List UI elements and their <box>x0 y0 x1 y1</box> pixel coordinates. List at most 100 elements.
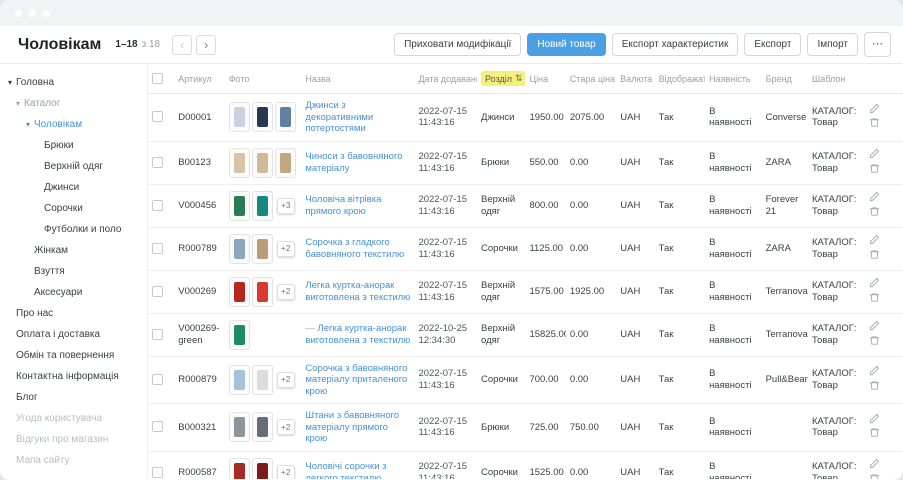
sidebar-item[interactable]: ▾ Чоловікам <box>0 114 147 135</box>
product-photo-thumbnail[interactable] <box>252 234 273 264</box>
product-photo-thumbnail[interactable] <box>229 191 250 221</box>
product-link[interactable]: — Легка куртка-анорак виготовлена з текс… <box>305 323 410 346</box>
more-photos-badge[interactable]: +2 <box>277 465 295 480</box>
sidebar-item[interactable]: Футболки и поло <box>0 219 147 240</box>
product-photo-thumbnail[interactable] <box>229 365 250 395</box>
product-link[interactable]: Сорочка з бавовняного матеріалу притален… <box>305 363 410 398</box>
row-checkbox[interactable] <box>152 467 163 478</box>
prev-page-button[interactable]: ‹ <box>172 35 192 55</box>
column-header-price[interactable]: Ціна <box>525 64 565 94</box>
sidebar-item[interactable]: Блог <box>0 387 147 408</box>
more-photos-badge[interactable]: +2 <box>277 241 295 257</box>
product-photo-thumbnail[interactable] <box>229 277 250 307</box>
hide-modifications-button[interactable]: Приховати модифікації <box>394 33 521 56</box>
delete-icon[interactable] <box>869 427 880 438</box>
sidebar-item[interactable]: Джинси <box>0 177 147 198</box>
sidebar-item[interactable]: Про нас <box>0 303 147 324</box>
row-checkbox[interactable] <box>152 374 163 385</box>
product-link[interactable]: Сорочка з гладкого бавовняного текстилю <box>305 237 410 260</box>
sidebar-item[interactable]: Верхній одяг <box>0 156 147 177</box>
edit-icon[interactable] <box>869 458 880 469</box>
column-header-old-price[interactable]: Стара ціна <box>566 64 616 94</box>
edit-icon[interactable] <box>869 103 880 114</box>
sidebar-item[interactable]: Сорочки <box>0 198 147 219</box>
product-link[interactable]: Легка куртка-анорак виготовлена з тексти… <box>305 280 410 303</box>
edit-icon[interactable] <box>869 413 880 424</box>
edit-icon[interactable] <box>869 277 880 288</box>
sidebar-item[interactable]: Брюки <box>0 135 147 156</box>
window-maximize-button[interactable] <box>43 10 50 17</box>
sidebar-item[interactable]: Обмін та повернення <box>0 345 147 366</box>
edit-icon[interactable] <box>869 191 880 202</box>
column-header-name[interactable]: Назва <box>301 64 414 94</box>
product-photo-thumbnail[interactable] <box>252 148 273 178</box>
sidebar-item[interactable]: Взуття <box>0 261 147 282</box>
product-photo-thumbnail[interactable] <box>252 277 273 307</box>
row-checkbox[interactable] <box>152 286 163 297</box>
product-photo-thumbnail[interactable] <box>229 320 250 350</box>
more-photos-badge[interactable]: +2 <box>277 372 295 388</box>
row-checkbox[interactable] <box>152 157 163 168</box>
more-photos-badge[interactable]: +2 <box>277 284 295 300</box>
next-page-button[interactable]: › <box>196 35 216 55</box>
delete-icon[interactable] <box>869 249 880 260</box>
sidebar-item[interactable]: Угода користувача <box>0 408 147 429</box>
product-link[interactable]: Чоловіча вітрівка прямого крою <box>305 194 410 217</box>
delete-icon[interactable] <box>869 117 880 128</box>
edit-icon[interactable] <box>869 320 880 331</box>
row-checkbox[interactable] <box>152 243 163 254</box>
product-photo-thumbnail[interactable] <box>229 234 250 264</box>
delete-icon[interactable] <box>869 163 880 174</box>
edit-icon[interactable] <box>869 148 880 159</box>
row-checkbox[interactable] <box>152 329 163 340</box>
product-photo-thumbnail[interactable] <box>229 148 250 178</box>
sidebar-item[interactable]: ▾ Головна <box>0 72 147 93</box>
product-photo-thumbnail[interactable] <box>252 412 273 442</box>
sidebar-item[interactable]: Жінкам <box>0 240 147 261</box>
product-link[interactable]: Чиноси з бавовняного матеріалу <box>305 151 410 174</box>
product-photo-thumbnail[interactable] <box>229 412 250 442</box>
column-header-date[interactable]: Дата додавання <box>414 64 477 94</box>
select-all-checkbox[interactable] <box>152 73 163 84</box>
column-header-currency[interactable]: Валюта <box>616 64 654 94</box>
column-header-availability[interactable]: Наявність <box>705 64 762 94</box>
product-photo-thumbnail[interactable] <box>229 102 250 132</box>
window-minimize-button[interactable] <box>29 10 36 17</box>
delete-icon[interactable] <box>869 292 880 303</box>
import-button[interactable]: Імпорт <box>807 33 858 56</box>
column-header-brand[interactable]: Бренд <box>762 64 808 94</box>
column-header-display[interactable]: Відображати <box>655 64 705 94</box>
sidebar-item[interactable]: Контактна інформація <box>0 366 147 387</box>
row-checkbox[interactable] <box>152 200 163 211</box>
export-characteristics-button[interactable]: Експорт характеристик <box>612 33 739 56</box>
more-photos-badge[interactable]: +2 <box>277 419 295 435</box>
product-photo-thumbnail[interactable] <box>252 458 273 480</box>
sort-icon[interactable]: ⇅ <box>515 73 523 84</box>
product-link[interactable]: Джинси з декоративними потертостями <box>305 100 410 135</box>
sidebar-item[interactable]: ▾ Каталог <box>0 93 147 114</box>
row-checkbox[interactable] <box>152 111 163 122</box>
delete-icon[interactable] <box>869 380 880 391</box>
more-photos-badge[interactable]: +3 <box>277 198 295 214</box>
edit-icon[interactable] <box>869 234 880 245</box>
product-photo-thumbnail[interactable] <box>275 102 296 132</box>
sidebar-item[interactable]: Мапа сайту <box>0 450 147 471</box>
row-checkbox[interactable] <box>152 421 163 432</box>
column-header-template[interactable]: Шаблон <box>808 64 865 94</box>
new-product-button[interactable]: Новий товар <box>527 33 605 56</box>
product-photo-thumbnail[interactable] <box>229 458 250 480</box>
product-photo-thumbnail[interactable] <box>252 365 273 395</box>
delete-icon[interactable] <box>869 473 880 480</box>
sidebar-item[interactable]: Оплата і доставка <box>0 324 147 345</box>
column-header-section[interactable]: Розділ ⇅ <box>477 64 525 94</box>
delete-icon[interactable] <box>869 335 880 346</box>
delete-icon[interactable] <box>869 206 880 217</box>
more-actions-button[interactable]: ⋯ <box>864 32 891 56</box>
product-photo-thumbnail[interactable] <box>252 191 273 221</box>
export-button[interactable]: Експорт <box>744 33 801 56</box>
window-close-button[interactable] <box>15 10 22 17</box>
edit-icon[interactable] <box>869 365 880 376</box>
product-link[interactable]: Штани з бавовняного матеріалу прямого кр… <box>305 410 410 445</box>
product-link[interactable]: Чоловічі сорочки з легкого текстилю <box>305 461 410 479</box>
product-photo-thumbnail[interactable] <box>275 148 296 178</box>
